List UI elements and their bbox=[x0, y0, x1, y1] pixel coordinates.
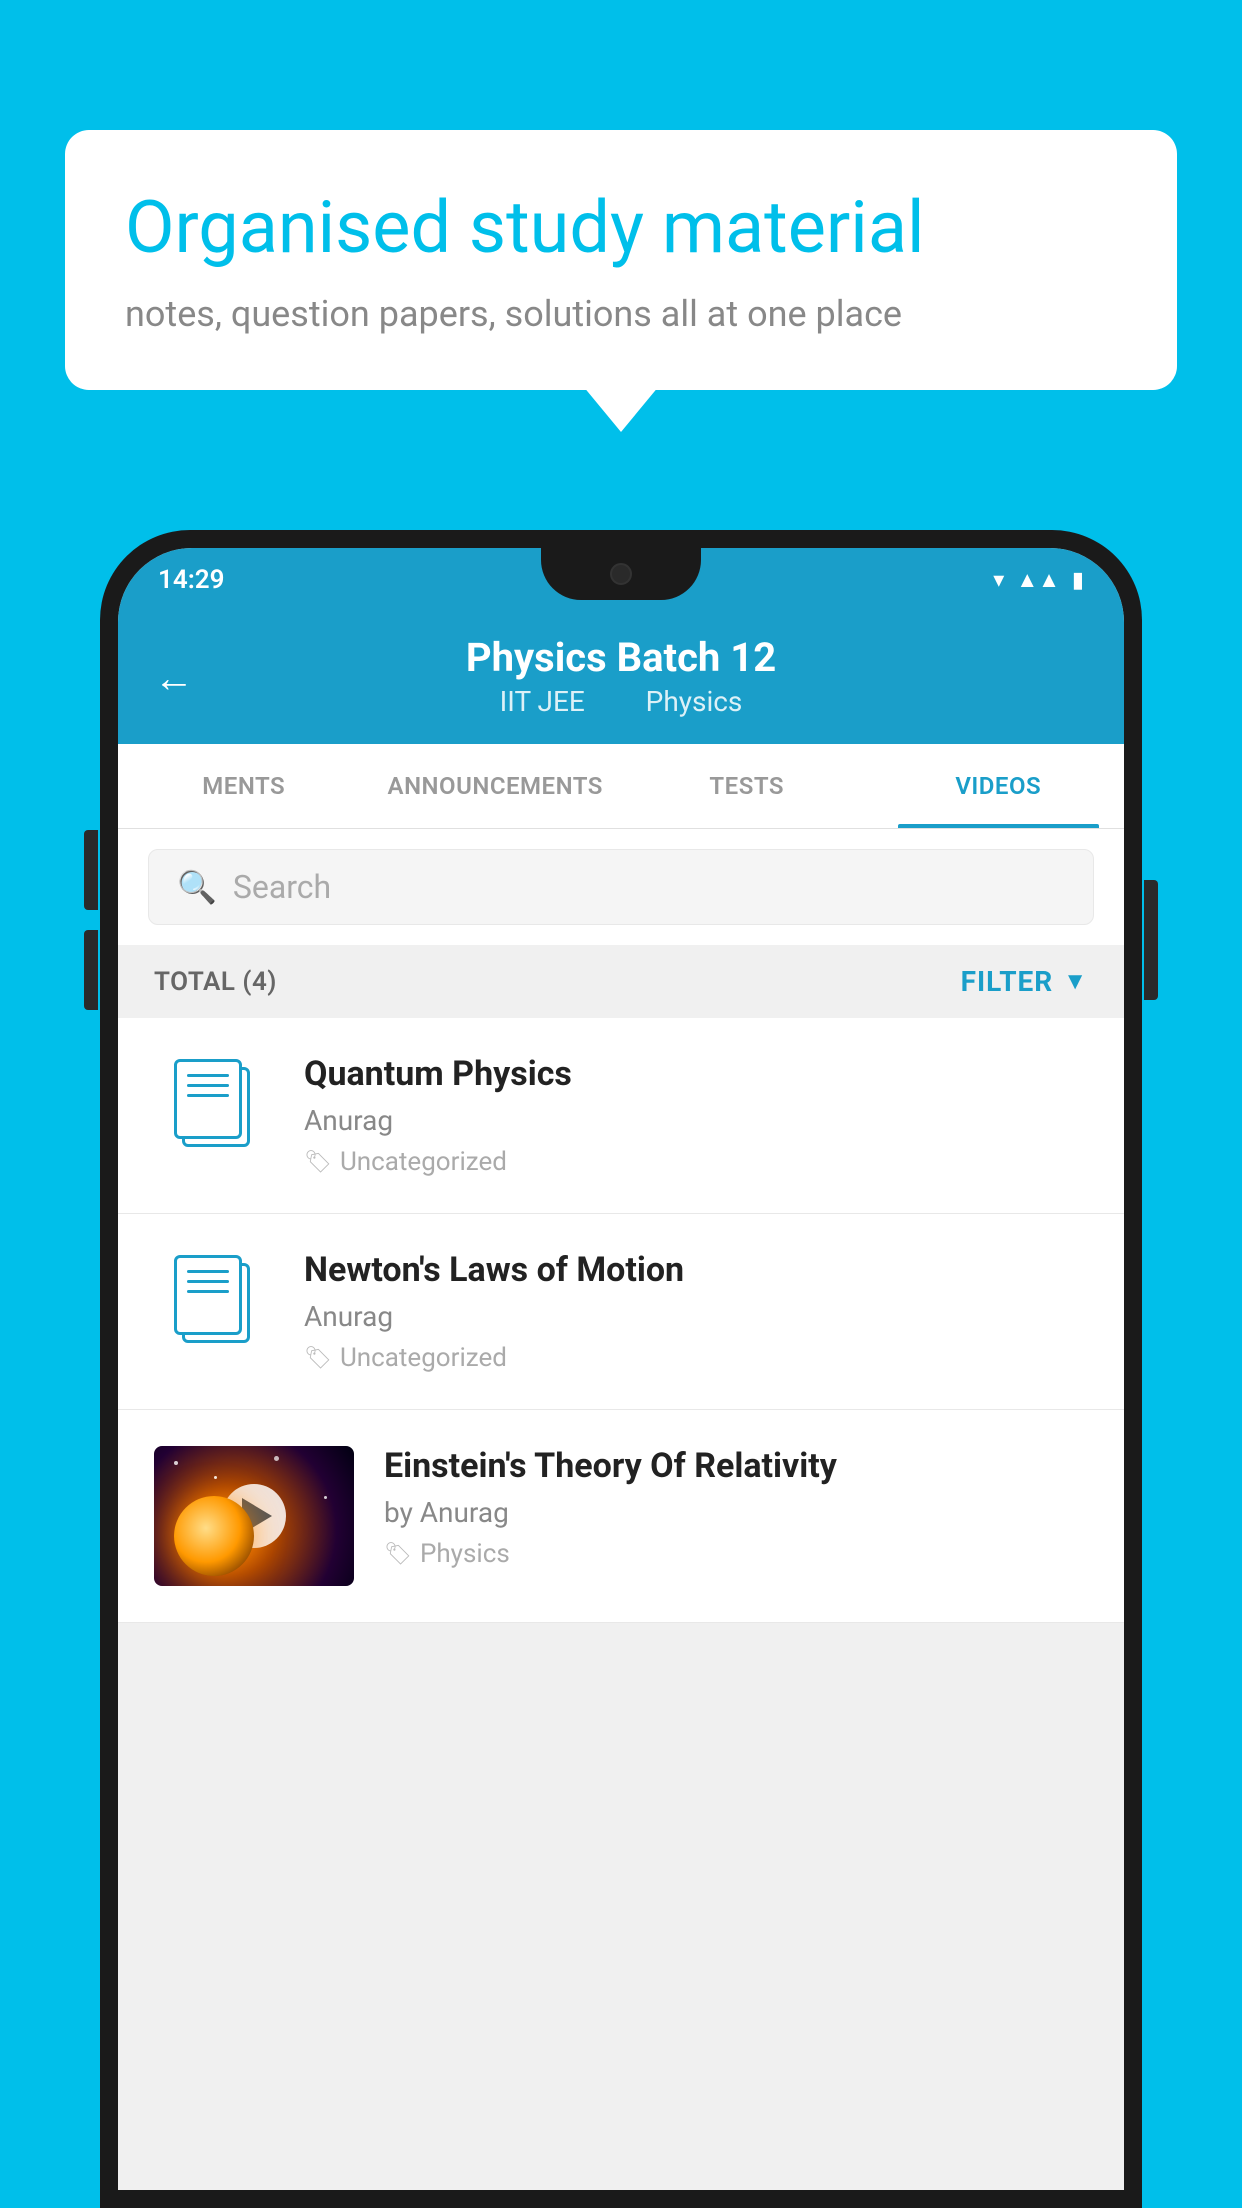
video-tag: 🏷 Physics bbox=[384, 1539, 1088, 1569]
tab-ments[interactable]: MENTS bbox=[118, 744, 370, 828]
list-item[interactable]: Einstein's Theory Of Relativity by Anura… bbox=[118, 1410, 1124, 1623]
file-thumbnail-quantum bbox=[154, 1054, 274, 1154]
video-title: Newton's Laws of Motion bbox=[304, 1250, 1088, 1290]
video-author: Anurag bbox=[304, 1104, 1088, 1137]
total-count: TOTAL (4) bbox=[154, 967, 277, 997]
tab-videos[interactable]: VIDEOS bbox=[873, 744, 1125, 828]
search-icon: 🔍 bbox=[177, 868, 217, 906]
video-thumbnail-einstein bbox=[154, 1446, 354, 1586]
battery-icon: ▮ bbox=[1072, 568, 1084, 593]
filter-bar: TOTAL (4) FILTER ▼ bbox=[118, 945, 1124, 1018]
bubble-subtitle: notes, question papers, solutions all at… bbox=[125, 293, 1117, 335]
header-subtitle: IIT JEE Physics bbox=[490, 685, 753, 718]
notch bbox=[541, 548, 701, 600]
status-time: 14:29 bbox=[158, 565, 225, 595]
filter-button[interactable]: FILTER ▼ bbox=[961, 965, 1088, 998]
search-placeholder: Search bbox=[233, 868, 331, 906]
video-author: Anurag bbox=[304, 1300, 1088, 1333]
list-item[interactable]: Newton's Laws of Motion Anurag 🏷 Uncateg… bbox=[118, 1214, 1124, 1410]
header-subtitle-physics: Physics bbox=[646, 685, 743, 718]
signal-icon: ▲▲ bbox=[1016, 567, 1060, 593]
header-subtitle-iitjee: IIT JEE bbox=[500, 685, 585, 718]
tab-tests[interactable]: TESTS bbox=[621, 744, 873, 828]
tag-icon: 🏷 bbox=[304, 1346, 332, 1371]
filter-icon: ▼ bbox=[1063, 967, 1088, 996]
volume-up-button[interactable] bbox=[84, 830, 98, 910]
tag-icon: 🏷 bbox=[384, 1542, 412, 1567]
video-title: Quantum Physics bbox=[304, 1054, 1088, 1094]
list-item[interactable]: Quantum Physics Anurag 🏷 Uncategorized bbox=[118, 1018, 1124, 1214]
status-bar: 14:29 ▾ ▲▲ ▮ bbox=[118, 548, 1124, 612]
volume-down-button[interactable] bbox=[84, 930, 98, 1010]
speech-bubble: Organised study material notes, question… bbox=[65, 130, 1177, 390]
file-icon-front bbox=[174, 1255, 242, 1335]
video-info-einstein: Einstein's Theory Of Relativity by Anura… bbox=[384, 1446, 1088, 1569]
status-icons: ▾ ▲▲ ▮ bbox=[993, 567, 1084, 593]
video-tag: 🏷 Uncategorized bbox=[304, 1147, 1088, 1177]
tag-label: Physics bbox=[420, 1539, 510, 1569]
file-icon bbox=[174, 1059, 254, 1149]
file-icon bbox=[174, 1255, 254, 1345]
phone-outer: 14:29 ▾ ▲▲ ▮ ← Physics Batch 12 IIT JEE … bbox=[100, 530, 1142, 2208]
header-subtitle-sep bbox=[612, 685, 626, 718]
bubble-title: Organised study material bbox=[125, 185, 1117, 271]
search-container: 🔍 Search bbox=[118, 829, 1124, 945]
video-tag: 🏷 Uncategorized bbox=[304, 1343, 1088, 1373]
power-button[interactable] bbox=[1144, 880, 1158, 1000]
phone-container: 14:29 ▾ ▲▲ ▮ ← Physics Batch 12 IIT JEE … bbox=[100, 530, 1142, 2208]
back-button[interactable]: ← bbox=[154, 655, 194, 702]
video-author: by Anurag bbox=[384, 1496, 1088, 1529]
tag-label: Uncategorized bbox=[340, 1147, 507, 1177]
video-title: Einstein's Theory Of Relativity bbox=[384, 1446, 1088, 1486]
header-title: Physics Batch 12 bbox=[466, 634, 776, 681]
video-info-quantum: Quantum Physics Anurag 🏷 Uncategorized bbox=[304, 1054, 1088, 1177]
app-header: ← Physics Batch 12 IIT JEE Physics bbox=[118, 612, 1124, 744]
wifi-icon: ▾ bbox=[993, 568, 1004, 593]
file-thumbnail-newton bbox=[154, 1250, 274, 1350]
speech-bubble-wrapper: Organised study material notes, question… bbox=[65, 130, 1177, 390]
video-info-newton: Newton's Laws of Motion Anurag 🏷 Uncateg… bbox=[304, 1250, 1088, 1373]
tag-label: Uncategorized bbox=[340, 1343, 507, 1373]
tabs-bar: MENTS ANNOUNCEMENTS TESTS VIDEOS bbox=[118, 744, 1124, 829]
file-icon-front bbox=[174, 1059, 242, 1139]
camera-icon bbox=[610, 563, 632, 585]
search-box[interactable]: 🔍 Search bbox=[148, 849, 1094, 925]
tab-announcements[interactable]: ANNOUNCEMENTS bbox=[370, 744, 622, 828]
phone-screen: 14:29 ▾ ▲▲ ▮ ← Physics Batch 12 IIT JEE … bbox=[118, 548, 1124, 2190]
tag-icon: 🏷 bbox=[304, 1150, 332, 1175]
filter-label: FILTER bbox=[961, 965, 1054, 998]
video-list: Quantum Physics Anurag 🏷 Uncategorized bbox=[118, 1018, 1124, 1623]
